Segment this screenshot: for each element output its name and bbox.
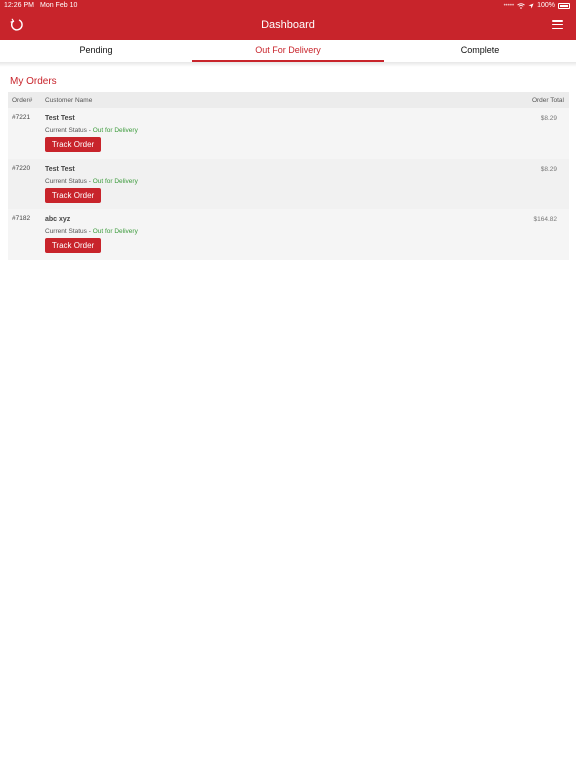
table-row: #7182 abc xyz Current Status - Out for D…: [8, 209, 569, 260]
current-status: Current Status - Out for Delivery: [45, 127, 138, 134]
customer-name: abc xyz: [45, 216, 71, 223]
track-order-button[interactable]: Track Order: [45, 187, 101, 203]
table-body: #7221 Test Test Current Status - Out for…: [8, 108, 569, 260]
column-header-total: Order Total: [531, 96, 564, 104]
customer-name: Test Test: [45, 165, 75, 173]
page-title: Dashboard: [261, 19, 315, 31]
table-header: Order# Customer Name Order Total: [8, 92, 569, 108]
column-header-order: Order#: [12, 96, 33, 104]
table-row: #7220 Test Test Current Status - Out for…: [8, 158, 569, 209]
track-order-button[interactable]: Track Order: [45, 137, 101, 152]
status-value: Out for Delivery: [92, 228, 138, 235]
status-prefix: Current Status -: [45, 127, 93, 134]
order-number: #7221: [12, 114, 31, 121]
track-order-button[interactable]: Track Order: [45, 238, 101, 253]
status-prefix: Current Status -: [45, 177, 93, 185]
status-bar: 12:26 PM Mon Feb 10 ••••• 100%: [0, 0, 576, 12]
location-icon: [528, 3, 534, 9]
status-value: Out for Delivery: [92, 177, 138, 185]
order-total: $8.29: [540, 165, 557, 173]
wifi-icon: [517, 3, 525, 9]
hamburger-menu-icon[interactable]: [552, 20, 563, 29]
status-time: 12:26 PM: [4, 2, 34, 9]
signal-dots: •••••: [503, 3, 515, 9]
customer-name: Test Test: [45, 115, 75, 122]
tab-bar: Pending Out For Delivery Complete: [0, 40, 576, 62]
tab-divider: [0, 62, 576, 67]
current-status: Current Status - Out for Delivery: [45, 228, 138, 235]
order-total: $8.29: [540, 115, 557, 122]
section-title: My Orders: [10, 76, 57, 87]
order-number: #7182: [12, 215, 31, 222]
status-date: Mon Feb 10: [40, 2, 78, 9]
column-header-customer: Customer Name: [45, 96, 93, 104]
tab-out-for-delivery[interactable]: Out For Delivery: [192, 40, 384, 62]
status-value: Out for Delivery: [92, 127, 138, 134]
battery-icon: [558, 3, 570, 9]
current-status: Current Status - Out for Delivery: [45, 178, 138, 185]
tab-complete[interactable]: Complete: [384, 40, 576, 62]
order-number: #7220: [12, 164, 31, 172]
top-bar: 12:26 PM Mon Feb 10 ••••• 100% Dashboard: [0, 0, 576, 40]
battery-percent: 100%: [537, 2, 555, 9]
order-total: $164.82: [533, 216, 558, 223]
tab-pending[interactable]: Pending: [0, 40, 192, 62]
status-indicators: ••••• 100%: [504, 0, 570, 12]
orders-table: Order# Customer Name Order Total #7221 T…: [8, 92, 569, 260]
table-row: #7221 Test Test Current Status - Out for…: [8, 108, 569, 159]
status-prefix: Current Status -: [45, 228, 93, 235]
